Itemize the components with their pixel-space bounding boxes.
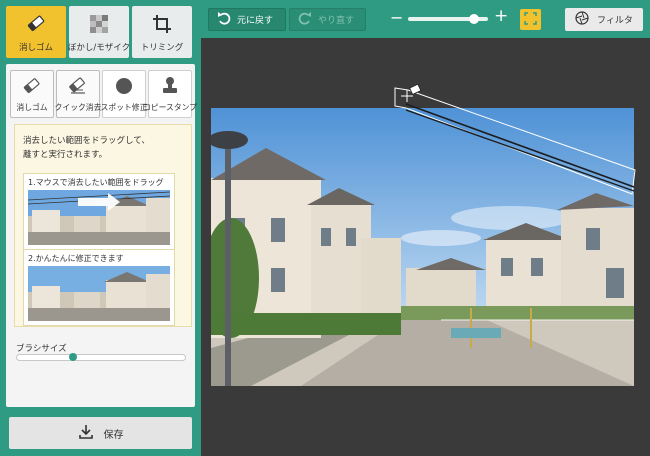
zoom-in-icon[interactable]: + bbox=[494, 8, 508, 25]
help-intro-line2: 離すと実行されます。 bbox=[23, 150, 108, 160]
mode-spot-fix-button[interactable]: スポット修正 bbox=[100, 70, 148, 118]
filter-label: フィルタ bbox=[597, 16, 633, 26]
eraser-mode-tabs: 消しゴム クイック消去 スポット修正 コピースタンプ bbox=[10, 70, 197, 118]
undo-button[interactable]: 元に戻す bbox=[208, 8, 286, 31]
spot-fix-icon bbox=[114, 76, 134, 96]
undo-icon bbox=[217, 11, 231, 28]
mode-label: 消しゴム bbox=[16, 103, 48, 112]
help-step-1-image bbox=[28, 190, 170, 245]
tool-eraser-tab[interactable]: 消しゴム bbox=[6, 6, 66, 58]
tool-tabs: 消しゴム ぼかし/モザイク トリミング bbox=[6, 6, 192, 58]
left-panel: 消しゴム ぼかし/モザイク トリミング 消しゴム クイック消去 スポット修正 コ… bbox=[0, 0, 201, 456]
tool-mosaic-tab[interactable]: ぼかし/モザイク bbox=[67, 6, 131, 58]
download-icon bbox=[78, 424, 94, 443]
help-box: 消去したい範囲をドラッグして、 離すと実行されます。 1.マウスで消去したい範囲… bbox=[14, 124, 192, 327]
quick-erase-icon bbox=[68, 76, 88, 96]
mode-eraser-button[interactable]: 消しゴム bbox=[10, 70, 54, 118]
mode-quick-erase-button[interactable]: クイック消去 bbox=[54, 70, 102, 118]
save-label: 保存 bbox=[103, 429, 124, 441]
fit-to-window-button[interactable] bbox=[520, 9, 541, 30]
zoom-out-icon[interactable]: − bbox=[390, 10, 403, 26]
tool-label: トリミング bbox=[140, 43, 184, 53]
mosaic-icon bbox=[88, 13, 110, 35]
fit-screen-icon bbox=[524, 11, 537, 28]
save-button[interactable]: 保存 bbox=[9, 417, 192, 449]
brush-size-knob[interactable] bbox=[69, 353, 78, 361]
help-step-2: 2.かんたんに修正できます bbox=[23, 249, 175, 326]
top-toolbar: 元に戻す やり直す − + フィルタ bbox=[201, 0, 650, 38]
redo-button[interactable]: やり直す bbox=[289, 8, 366, 31]
mode-label: コピースタンプ bbox=[143, 103, 197, 112]
help-step-2-text: 2.かんたんに修正できます bbox=[28, 254, 124, 263]
zoom-slider[interactable] bbox=[408, 14, 488, 24]
brush-size-slider[interactable] bbox=[16, 353, 186, 361]
filter-button[interactable]: フィルタ bbox=[565, 8, 643, 31]
tool-label: ぼかし/モザイク bbox=[67, 43, 131, 53]
mode-copy-stamp-button[interactable]: コピースタンプ bbox=[143, 70, 197, 118]
crop-icon bbox=[151, 13, 173, 35]
tool-crop-tab[interactable]: トリミング bbox=[132, 6, 192, 58]
help-step-1-text: 1.マウスで消去したい範囲をドラッグ bbox=[28, 178, 164, 187]
redo-icon bbox=[298, 11, 312, 28]
mode-label: クイック消去 bbox=[54, 103, 102, 112]
zoom-slider-knob[interactable] bbox=[468, 14, 479, 24]
help-step-1: 1.マウスで消去したい範囲をドラッグ bbox=[23, 173, 175, 250]
copy-stamp-icon bbox=[160, 76, 180, 96]
help-step-2-image bbox=[28, 266, 170, 321]
help-intro-line1: 消去したい範囲をドラッグして、 bbox=[23, 136, 150, 146]
undo-label: 元に戻す bbox=[237, 16, 274, 26]
eraser-icon bbox=[25, 13, 47, 35]
canvas-area[interactable] bbox=[201, 38, 650, 456]
tool-label: 消しゴム bbox=[18, 43, 53, 53]
mode-label: スポット修正 bbox=[100, 103, 148, 112]
brush-size-label: ブラシサイズ bbox=[16, 344, 67, 354]
redo-label: やり直す bbox=[318, 16, 355, 26]
selection-overlay[interactable] bbox=[201, 38, 650, 456]
eraser-options-panel: 消しゴム クイック消去 スポット修正 コピースタンプ 消去したい範囲をドラッグし… bbox=[6, 64, 197, 407]
eraser-brush-icon bbox=[22, 76, 42, 96]
aperture-icon bbox=[575, 11, 589, 28]
